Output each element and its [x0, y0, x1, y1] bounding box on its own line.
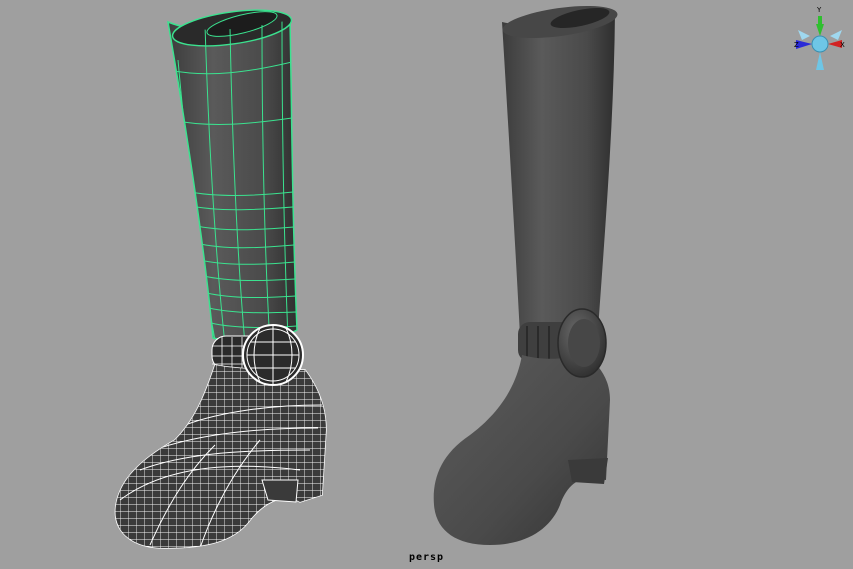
view-cube-center[interactable] [811, 35, 829, 53]
z-axis-label: Z [794, 41, 799, 49]
wireframe-boot[interactable] [100, 4, 340, 555]
x-axis-label: X [840, 41, 845, 49]
perspective-viewport[interactable]: Y X Z persp [0, 0, 853, 569]
viewport-scene[interactable] [0, 0, 853, 569]
corner-cone-icon[interactable] [798, 30, 810, 40]
view-cube[interactable] [796, 16, 842, 70]
bottom-cone-icon[interactable] [816, 52, 824, 70]
corner-cone-icon[interactable] [830, 30, 842, 40]
y-axis-arrow[interactable] [816, 16, 824, 36]
shaded-boot[interactable] [433, 0, 620, 545]
camera-name-label: persp [408, 552, 445, 563]
y-axis-label: Y [817, 6, 822, 14]
